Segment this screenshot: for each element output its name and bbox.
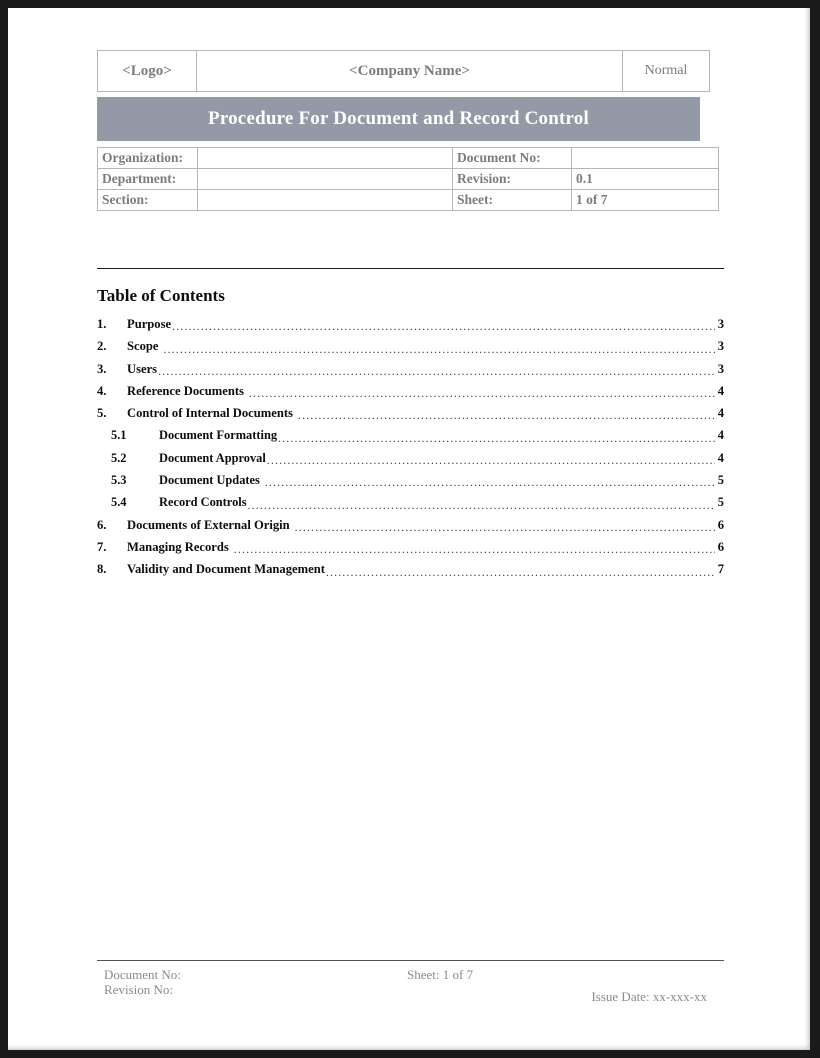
sheet-label: Sheet: <box>452 189 572 211</box>
toc-entry[interactable]: 5.4 Record Controls......................… <box>97 491 724 513</box>
toc-entry-number: 5.3 <box>111 473 127 488</box>
toc-entry[interactable]: 3. Users.................................… <box>97 358 724 380</box>
toc-entry-title: Users <box>127 361 158 376</box>
toc-entry-number: 3. <box>97 361 107 376</box>
toc-entry[interactable]: 5.2 Document Approval....................… <box>97 447 724 469</box>
toc-entry-number: 5.1 <box>111 428 127 443</box>
toc-entry-title: Control of Internal Documents <box>127 406 293 421</box>
toc-entry-title: Document Approval <box>159 450 266 465</box>
toc-entry-number: 8. <box>97 562 107 577</box>
toc-entry-number: 4. <box>97 383 107 398</box>
toc-heading: Table of Contents <box>97 286 225 305</box>
footer-document-no: Document No: <box>104 967 181 982</box>
toc-entry[interactable]: 4. Reference Documents...................… <box>97 380 724 402</box>
document-page: <Logo> <Company Name> Normal Procedure F… <box>8 8 810 1050</box>
toc-list: 1. Purpose...............................… <box>97 313 724 581</box>
toc-entry[interactable]: 5.1 Document Formatting..................… <box>97 424 724 446</box>
toc-leader-dots: ........................................… <box>158 364 715 377</box>
document-no-value <box>571 147 719 169</box>
footer-divider <box>97 960 724 961</box>
toc-entry-page: 3 <box>717 361 724 376</box>
sheet-value: 1 of 7 <box>571 189 719 211</box>
toc-entry-title: Reference Documents <box>127 383 244 398</box>
toc-entry-page: 6 <box>717 517 724 532</box>
document-no-label: Document No: <box>452 147 572 169</box>
table-row: Department: Revision: 0.1 <box>97 168 719 190</box>
toc-entry-title: Document Formatting <box>159 428 278 443</box>
classification-cell: Normal <box>622 50 710 92</box>
logo-placeholder-cell: <Logo> <box>97 50 197 92</box>
footer-issue-date: Issue Date: xx-xxx-xx <box>591 989 707 1004</box>
toc-entry-title: Managing Records <box>127 539 229 554</box>
toc-entry-number: 6. <box>97 517 107 532</box>
toc-entry-number: 5.2 <box>111 450 127 465</box>
toc-entry-title: Document Updates <box>159 473 260 488</box>
toc-entry-page: 3 <box>717 339 724 354</box>
toc-entry-title: Purpose <box>127 317 172 331</box>
toc-entry[interactable]: 6. Documents of External Origin..........… <box>97 514 724 536</box>
toc-entry-page: 4 <box>717 406 724 421</box>
toc-entry-title: Documents of External Origin <box>127 517 290 532</box>
department-label: Department: <box>97 168 198 190</box>
section-value <box>197 189 453 211</box>
toc-leader-dots: ........................................… <box>297 409 715 422</box>
organization-label: Organization: <box>97 147 198 169</box>
toc-leader-dots: ........................................… <box>266 454 715 467</box>
toc-entry[interactable]: 7. Managing Records......................… <box>97 536 724 558</box>
table-row: <Logo> <Company Name> Normal <box>97 50 710 92</box>
toc-leader-dots: ........................................… <box>325 565 715 578</box>
page-frame: <Logo> <Company Name> Normal Procedure F… <box>0 0 820 1058</box>
toc-entry-page: 6 <box>717 539 724 554</box>
document-title-banner: Procedure For Document and Record Contro… <box>97 97 700 141</box>
toc-entry-page: 4 <box>717 450 724 465</box>
document-meta-table: Organization: Document No: Department: R… <box>97 147 719 211</box>
toc-entry[interactable]: 2. Scope.................................… <box>97 335 724 357</box>
toc-leader-dots: ........................................… <box>264 476 715 489</box>
toc-entry-page: 4 <box>717 428 724 443</box>
footer-revision-no: Revision No: <box>104 982 173 997</box>
toc-entry[interactable]: 5. Control of Internal Documents.........… <box>97 402 724 424</box>
toc-leader-dots: ........................................… <box>172 320 715 333</box>
toc-entry-number: 1. <box>97 317 107 331</box>
footer-content: Document No: Revision No: Sheet: 1 of 7 … <box>97 967 724 1009</box>
section-label: Section: <box>97 189 198 211</box>
toc-entry-page: 5 <box>717 473 724 488</box>
toc-entry-number: 5.4 <box>111 495 127 510</box>
toc-leader-dots: ........................................… <box>247 498 715 511</box>
toc-entry-title: Validity and Document Management <box>127 562 325 577</box>
toc-entry[interactable]: 1. Purpose...............................… <box>97 313 724 335</box>
toc-entry-page: 5 <box>717 495 724 510</box>
toc-divider <box>97 268 724 269</box>
department-value <box>197 168 453 190</box>
table-row: Section: Sheet: 1 of 7 <box>97 189 719 211</box>
toc-entry-number: 2. <box>97 339 107 354</box>
toc-entry-page: 4 <box>717 383 724 398</box>
toc-leader-dots: ........................................… <box>278 431 715 444</box>
revision-label: Revision: <box>452 168 572 190</box>
toc-leader-dots: ........................................… <box>248 387 715 400</box>
toc-entry-number: 7. <box>97 539 107 554</box>
document-header-table: <Logo> <Company Name> Normal <box>97 50 710 92</box>
revision-value: 0.1 <box>571 168 719 190</box>
company-name-cell: <Company Name> <box>196 50 623 92</box>
toc-leader-dots: ........................................… <box>163 342 715 355</box>
toc-entry-page: 3 <box>717 317 724 331</box>
toc-leader-dots: ........................................… <box>294 520 715 533</box>
toc-entry-page: 7 <box>717 562 724 577</box>
footer-sheet: Sheet: 1 of 7 <box>407 967 474 982</box>
toc-leader-dots: ........................................… <box>233 543 715 556</box>
document-body: <Logo> <Company Name> Normal Procedure F… <box>97 50 724 581</box>
table-row: Organization: Document No: <box>97 147 719 169</box>
toc-entry-number: 5. <box>97 406 107 421</box>
toc-entry-title: Scope <box>127 339 159 354</box>
toc-entry-title: Record Controls <box>159 495 247 510</box>
toc-entry[interactable]: 8. Validity and Document Management......… <box>97 558 724 580</box>
organization-value <box>197 147 453 169</box>
toc-entry[interactable]: 5.3 Document Updates.....................… <box>97 469 724 491</box>
page-footer: Document No: Revision No: Sheet: 1 of 7 … <box>97 960 724 1009</box>
